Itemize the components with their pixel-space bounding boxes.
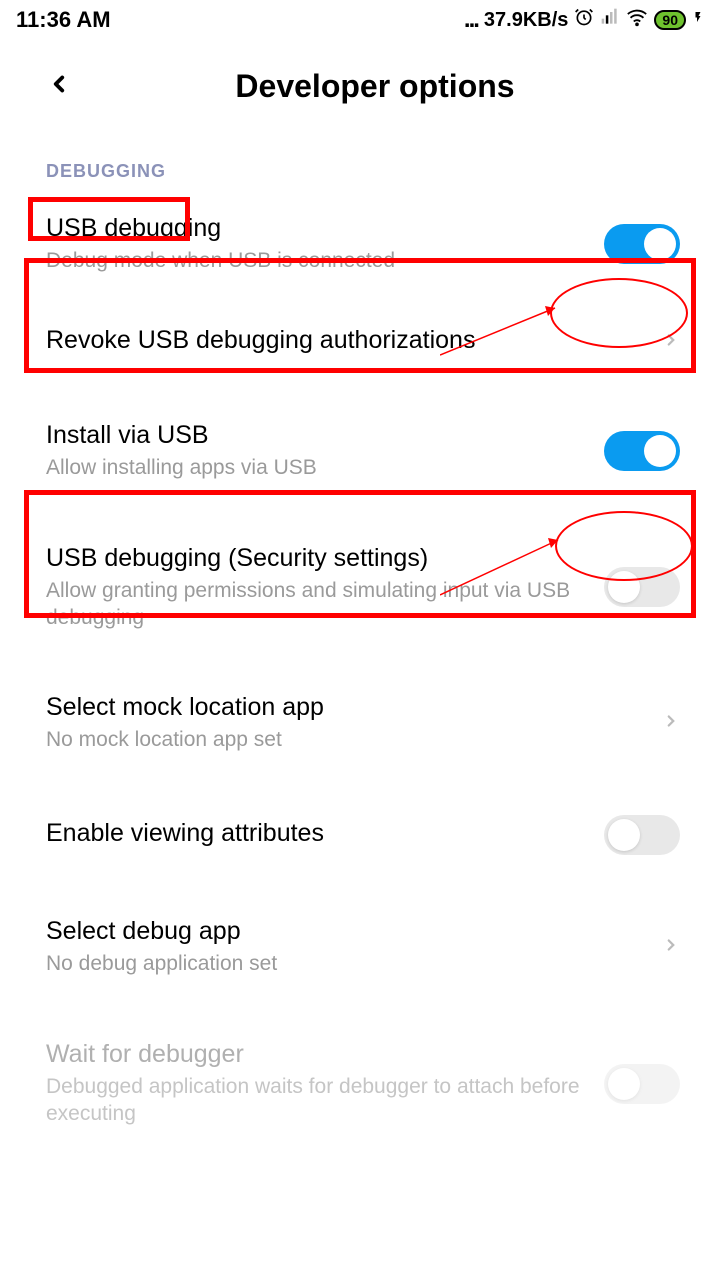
- item-title: Enable viewing attributes: [46, 819, 584, 848]
- item-select-debug-app[interactable]: Select debug app No debug application se…: [0, 891, 720, 1003]
- charging-icon: [692, 7, 704, 33]
- item-usb-security[interactable]: USB debugging (Security settings) Allow …: [0, 518, 720, 658]
- chevron-right-icon: [662, 936, 680, 959]
- item-subtitle: Debugged application waits for debugger …: [46, 1073, 584, 1128]
- item-install-via-usb[interactable]: Install via USB Allow installing apps vi…: [0, 385, 720, 517]
- status-time: 11:36 AM: [16, 7, 111, 33]
- item-revoke-auth[interactable]: Revoke USB debugging authorizations: [0, 300, 720, 385]
- more-icon: ...: [464, 6, 478, 34]
- item-view-attributes[interactable]: Enable viewing attributes: [0, 779, 720, 891]
- network-speed: 37.9KB/s: [484, 9, 569, 32]
- settings-list: USB debugging Debug mode when USB is con…: [0, 188, 720, 1153]
- item-subtitle: Allow installing apps via USB: [46, 454, 584, 481]
- item-subtitle: Allow granting permissions and simulatin…: [46, 577, 584, 632]
- back-button[interactable]: [46, 71, 72, 102]
- item-mock-location[interactable]: Select mock location app No mock locatio…: [0, 657, 720, 779]
- chevron-right-icon: [662, 712, 680, 735]
- toggle-wait-debugger: [604, 1064, 680, 1104]
- toggle-usb-debugging[interactable]: [604, 224, 680, 264]
- item-title: USB debugging (Security settings): [46, 544, 584, 573]
- battery-icon: 90: [654, 10, 686, 30]
- toggle-install-via-usb[interactable]: [604, 431, 680, 471]
- item-subtitle: No mock location app set: [46, 726, 642, 753]
- status-right: ... 37.9KB/s 90: [464, 6, 704, 34]
- status-bar: 11:36 AM ... 37.9KB/s 90: [0, 0, 720, 40]
- section-debugging: DEBUGGING: [36, 155, 176, 188]
- page-title: Developer options: [46, 68, 704, 105]
- item-title: Wait for debugger: [46, 1040, 584, 1069]
- toggle-usb-security[interactable]: [604, 567, 680, 607]
- item-title: Install via USB: [46, 421, 584, 450]
- item-title: Select mock location app: [46, 693, 642, 722]
- item-wait-debugger: Wait for debugger Debugged application w…: [0, 1004, 720, 1154]
- item-title: USB debugging: [46, 214, 584, 243]
- toggle-view-attributes[interactable]: [604, 815, 680, 855]
- chevron-right-icon: [662, 331, 680, 354]
- item-usb-debugging[interactable]: USB debugging Debug mode when USB is con…: [0, 188, 720, 300]
- alarm-icon: [574, 7, 594, 33]
- item-subtitle: Debug mode when USB is connected: [46, 247, 584, 274]
- item-subtitle: No debug application set: [46, 950, 642, 977]
- header: Developer options: [0, 40, 720, 133]
- wifi-icon: [626, 6, 648, 34]
- item-title: Select debug app: [46, 917, 642, 946]
- item-title: Revoke USB debugging authorizations: [46, 326, 642, 355]
- signal-icon: [600, 7, 620, 33]
